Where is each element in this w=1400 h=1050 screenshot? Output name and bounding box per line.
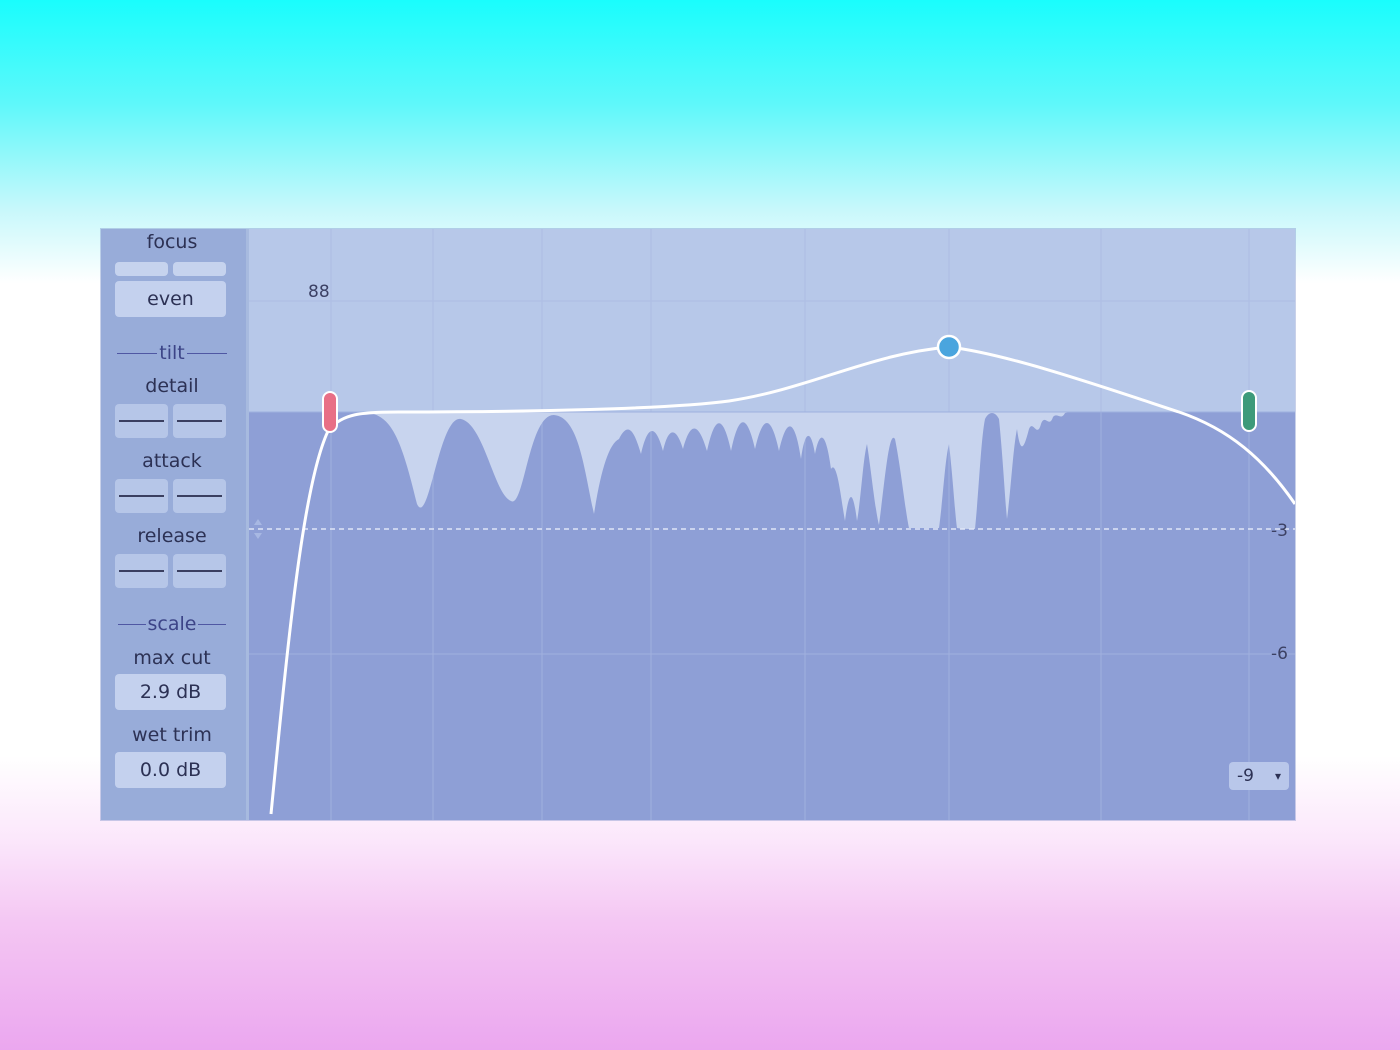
wet-trim-field[interactable]: 0.0 dB — [115, 752, 226, 788]
scale-label: scale — [147, 613, 197, 635]
detail-high-field[interactable] — [173, 404, 226, 438]
eq-graph[interactable]: 88 -3 -6 -9 ▾ — [249, 229, 1295, 820]
sidebar: focus even tilt detail attack release sc… — [101, 229, 249, 820]
divider — [117, 353, 158, 354]
focus-label: focus — [146, 231, 198, 253]
release-high-field[interactable] — [173, 554, 226, 588]
wet-trim-label: wet trim — [132, 724, 212, 746]
range-dropdown[interactable]: -9 ▾ — [1229, 762, 1289, 790]
range-value: -9 — [1237, 766, 1254, 786]
headroom-region — [249, 229, 1295, 412]
divider — [117, 624, 146, 625]
divider — [198, 624, 227, 625]
attack-high-field[interactable] — [173, 479, 226, 513]
db-label: -3 — [1271, 521, 1288, 541]
detail-low-field[interactable] — [115, 404, 168, 438]
detail-label: detail — [145, 375, 199, 397]
db-label: -6 — [1271, 644, 1288, 664]
release-control[interactable] — [115, 554, 226, 588]
cut-spectrum — [359, 412, 1089, 529]
attack-low-field[interactable] — [115, 479, 168, 513]
chevron-down-icon: ▾ — [1274, 769, 1281, 783]
focus-option-right[interactable] — [173, 262, 226, 276]
max-cut-field[interactable]: 2.9 dB — [115, 674, 226, 710]
tilt-section-header: tilt — [101, 342, 243, 364]
attack-label: attack — [142, 450, 202, 472]
detail-control[interactable] — [115, 404, 226, 438]
low-cut-handle[interactable] — [322, 391, 338, 433]
attack-control[interactable] — [115, 479, 226, 513]
scale-section-header: scale — [101, 613, 243, 635]
tilt-label: tilt — [159, 342, 185, 364]
release-label: release — [137, 525, 207, 547]
frequency-readout: 88 — [308, 282, 330, 302]
max-cut-label: max cut — [133, 647, 211, 669]
divider — [186, 353, 227, 354]
eq-graph-canvas[interactable] — [249, 229, 1295, 820]
focus-option-left[interactable] — [115, 262, 168, 276]
release-low-field[interactable] — [115, 554, 168, 588]
focus-mode-button[interactable]: even — [115, 281, 226, 317]
high-cut-handle[interactable] — [1241, 390, 1257, 432]
peak-handle[interactable] — [936, 334, 962, 360]
focus-selector[interactable] — [115, 262, 226, 276]
plugin-window: focus even tilt detail attack release sc… — [101, 229, 1295, 820]
